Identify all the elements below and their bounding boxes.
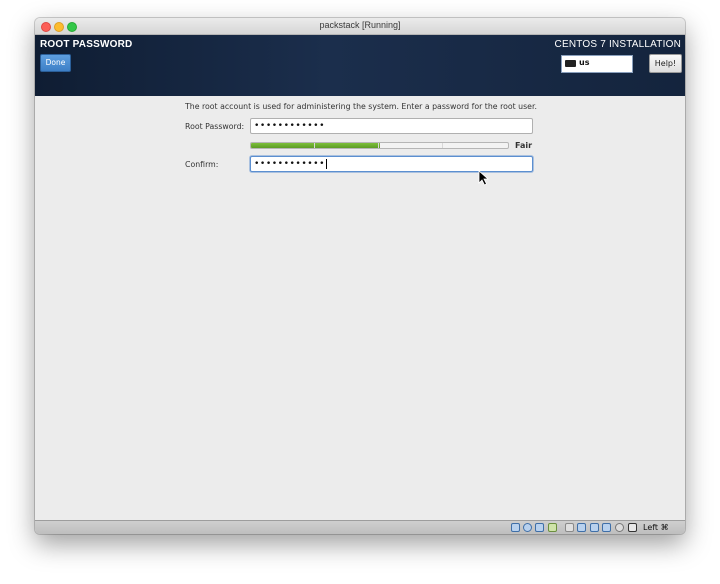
usb-icon[interactable] — [535, 523, 544, 532]
root-password-value: •••••••••••• — [254, 121, 326, 131]
text-caret — [326, 158, 328, 169]
display-icon[interactable] — [565, 523, 574, 532]
vm-window: packstack [Running] ROOT PASSWORD Done C… — [35, 18, 685, 534]
confirm-label: Confirm: — [185, 160, 219, 169]
meter-segment-divider — [442, 143, 443, 148]
keyboard-layout-indicator[interactable]: us — [561, 55, 633, 73]
window-titlebar[interactable]: packstack [Running] — [35, 18, 685, 35]
installer-header: ROOT PASSWORD Done CENTOS 7 INSTALLATION… — [35, 35, 685, 96]
hdd-icon[interactable] — [511, 523, 520, 532]
vm-status-bar: Left ⌘ — [35, 520, 685, 534]
help-button[interactable]: Help! — [649, 54, 682, 73]
optical-drive-icon[interactable] — [523, 523, 532, 532]
root-password-input[interactable]: •••••••••••• — [250, 118, 533, 134]
strength-meter-fill — [251, 143, 380, 148]
password-strength-label: Fair — [515, 141, 533, 150]
keyboard-icon — [565, 60, 576, 67]
root-password-label: Root Password: — [185, 122, 245, 131]
page-title: ROOT PASSWORD — [40, 39, 133, 50]
mouse-pointer-icon — [478, 170, 490, 186]
confirm-password-input[interactable]: •••••••••••• — [250, 156, 533, 172]
download-icon[interactable] — [628, 523, 637, 532]
window-title: packstack [Running] — [319, 20, 401, 30]
root-password-form: The root account is used for administeri… — [35, 96, 685, 520]
host-key-indicator: Left ⌘ — [643, 523, 669, 532]
mouse-integration-icon[interactable] — [615, 523, 624, 532]
password-strength-meter — [250, 142, 509, 149]
keyboard-layout-label: us — [579, 58, 590, 67]
meter-segment-divider — [378, 143, 379, 148]
network-icon[interactable] — [577, 523, 586, 532]
cpu-icon[interactable] — [602, 523, 611, 532]
done-button[interactable]: Done — [40, 54, 71, 72]
recording-icon[interactable] — [590, 523, 599, 532]
installer-title: CENTOS 7 INSTALLATION — [554, 39, 681, 50]
shared-folders-icon[interactable] — [548, 523, 557, 532]
form-description: The root account is used for administeri… — [185, 102, 537, 111]
confirm-password-value: •••••••••••• — [254, 159, 326, 169]
meter-segment-divider — [314, 143, 315, 148]
